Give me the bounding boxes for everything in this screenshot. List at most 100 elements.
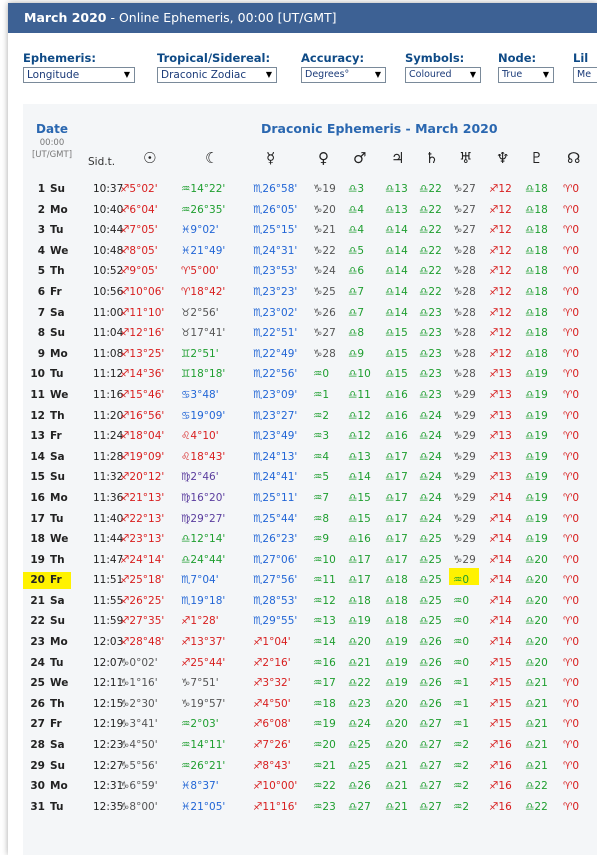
ura-position: ♑29 xyxy=(453,388,476,401)
moon-position: ♑19°57' xyxy=(181,697,226,710)
ura-position: ♒0 xyxy=(453,656,470,669)
jup-position: ♎20 xyxy=(385,718,408,731)
jup-position: ♎14 xyxy=(385,285,408,298)
moon-position: ♍29°27' xyxy=(181,512,226,525)
nep-position: ♐12 xyxy=(489,347,512,360)
nep-position: ♐12 xyxy=(489,224,512,237)
sidereal-time: 11:12 xyxy=(93,368,124,381)
jup-position: ♎21 xyxy=(385,780,408,793)
plu-position: ♎19 xyxy=(525,512,548,525)
mer-position: ♏23°02' xyxy=(253,306,298,319)
day-number: 7 xyxy=(37,306,45,319)
ura-position: ♑28 xyxy=(453,306,476,319)
node-position: ♈0 xyxy=(563,224,580,237)
mar-position: ♎20 xyxy=(348,636,371,649)
moon-position: ♍2°46' xyxy=(181,471,219,484)
nep-position: ♐14 xyxy=(489,636,512,649)
ura-position: ♒0 xyxy=(453,615,470,628)
sidereal-time: 10:52 xyxy=(93,265,124,278)
mer-position: ♏27°06' xyxy=(253,553,298,566)
jupiter-icon: ♃ xyxy=(391,149,405,167)
day-number: 6 xyxy=(37,285,45,298)
mar-position: ♎8 xyxy=(348,327,365,340)
mer-position: ♏22°49' xyxy=(253,347,298,360)
ephemeris-window: March 2020 - Online Ephemeris, 00:00 [UT… xyxy=(8,3,597,855)
sidereal-time: 10:44 xyxy=(93,224,124,237)
day-of-week: Su xyxy=(50,327,66,340)
chevron-down-icon: ▼ xyxy=(374,70,381,79)
mer-position: ♐7°26' xyxy=(253,739,291,752)
mar-position: ♎15 xyxy=(348,491,371,504)
pluto-icon: ♇ xyxy=(530,149,544,167)
ephemeris-select[interactable]: Longitude ▼ xyxy=(23,67,135,83)
tropical-select[interactable]: Draconic Zodiac ▼ xyxy=(157,67,277,83)
plu-position: ♎19 xyxy=(525,471,548,484)
node-position: ♈0 xyxy=(563,615,580,628)
node-position: ♈0 xyxy=(563,594,580,607)
day-of-week: Th xyxy=(50,265,65,278)
mar-position: ♎25 xyxy=(348,739,371,752)
day-number: 11 xyxy=(30,388,45,401)
jup-position: ♎16 xyxy=(385,430,408,443)
title-bar: March 2020 - Online Ephemeris, 00:00 [UT… xyxy=(8,3,597,33)
accuracy-select[interactable]: Degrees° ▼ xyxy=(301,67,386,83)
sidereal-time: 11:04 xyxy=(93,327,124,340)
ura-position: ♒2 xyxy=(453,759,470,772)
plu-position: ♎19 xyxy=(525,368,548,381)
mer-position: ♐6°08' xyxy=(253,718,291,731)
ven-position: ♑22 xyxy=(313,244,336,257)
day-of-week: Su xyxy=(50,183,66,195)
day-number: 9 xyxy=(37,347,45,360)
moon-position: ♊2°51' xyxy=(181,347,219,360)
ura-position: ♒2 xyxy=(453,800,470,813)
mer-position: ♐8°43' xyxy=(253,759,291,772)
node-position: ♈0 xyxy=(563,656,580,669)
nep-position: ♐14 xyxy=(489,491,512,504)
sat-position: ♎23 xyxy=(419,327,442,340)
ura-position: ♒0 xyxy=(453,574,470,587)
sat-position: ♎26 xyxy=(419,697,442,710)
node-position: ♈0 xyxy=(563,265,580,278)
mar-position: ♎12 xyxy=(348,409,371,422)
day-of-week: Sa xyxy=(50,450,65,463)
sat-position: ♎27 xyxy=(419,739,442,752)
nep-position: ♐13 xyxy=(489,430,512,443)
sidereal-time: 11:32 xyxy=(93,471,124,484)
ura-position: ♑28 xyxy=(453,265,476,278)
node-position: ♈0 xyxy=(563,183,580,195)
day-number: 1 xyxy=(37,183,45,195)
sun-position: ♐19°09' xyxy=(120,450,165,463)
sun-position: ♐26°25' xyxy=(120,594,165,607)
node-select[interactable]: True ▼ xyxy=(498,67,554,83)
lilith-select[interactable]: Me xyxy=(573,67,597,83)
symbols-select[interactable]: Coloured ▼ xyxy=(405,67,481,83)
moon-position: ♊18°18' xyxy=(181,368,226,381)
node-position: ♈0 xyxy=(563,368,580,381)
node-position: ♈0 xyxy=(563,512,580,525)
mar-position: ♎17 xyxy=(348,553,371,566)
mar-position: ♎23 xyxy=(348,697,371,710)
sidereal-time: 12:35 xyxy=(93,800,124,813)
sun-position: ♑5°56' xyxy=(120,759,158,772)
saturn-icon: ♄ xyxy=(425,149,439,167)
mar-position: ♎17 xyxy=(348,574,371,587)
node-position: ♈0 xyxy=(563,574,580,587)
sun-position: ♐6°04' xyxy=(120,203,158,216)
sidereal-time: 11:36 xyxy=(93,491,124,504)
sat-position: ♎24 xyxy=(419,471,442,484)
plu-position: ♎21 xyxy=(525,718,548,731)
sat-position: ♎25 xyxy=(419,594,442,607)
mer-position: ♏23°53' xyxy=(253,265,298,278)
ura-position: ♑29 xyxy=(453,430,476,443)
sun-position: ♑3°41' xyxy=(120,718,158,731)
sidt-header: Sid.t. xyxy=(88,156,116,168)
plu-position: ♎21 xyxy=(525,677,548,690)
plu-position: ♎18 xyxy=(525,327,548,340)
sun-position: ♐28°48' xyxy=(120,636,165,649)
mar-position: ♎4 xyxy=(348,203,365,216)
day-of-week: We xyxy=(50,244,69,257)
node-position: ♈0 xyxy=(563,697,580,710)
sidereal-time: 11:44 xyxy=(93,533,124,546)
mar-position: ♎19 xyxy=(348,615,371,628)
day-number: 10 xyxy=(30,368,45,381)
